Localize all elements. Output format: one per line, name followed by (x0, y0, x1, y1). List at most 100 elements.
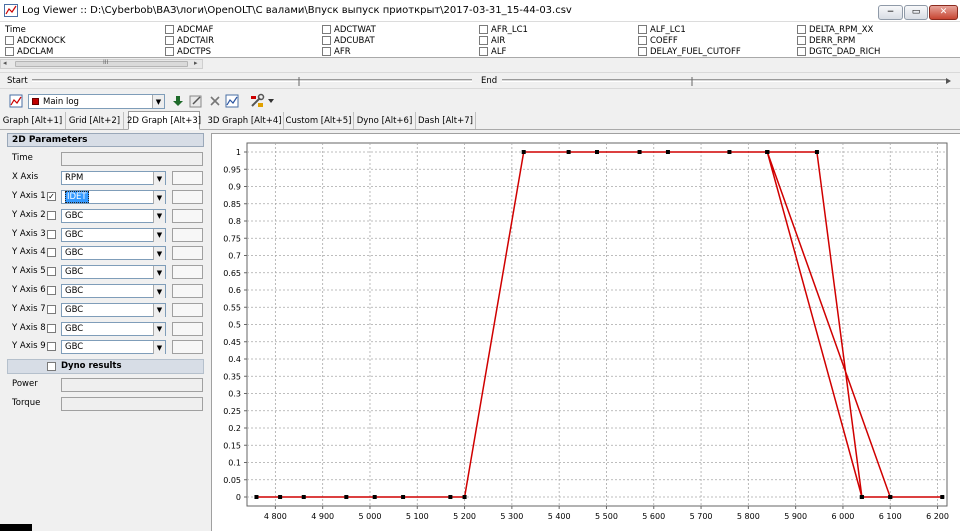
y-axis-select[interactable]: GBC ▼ (61, 227, 166, 242)
param-item[interactable]: ALF_LC1 (638, 24, 686, 35)
param-item[interactable]: AIR (479, 35, 505, 46)
chevron-down-icon[interactable]: ▼ (153, 322, 165, 336)
chevron-down-icon[interactable]: ▼ (153, 285, 165, 298)
y-axis-select[interactable]: IDET ▼ (61, 190, 166, 204)
close-button[interactable]: ✕ (929, 5, 958, 20)
power-field[interactable] (61, 378, 203, 392)
y-axis-checkbox[interactable] (47, 304, 56, 314)
tab-3[interactable]: 3D Graph [Alt+4] (206, 112, 284, 129)
y-axis-checkbox[interactable] (47, 267, 56, 277)
param-item[interactable]: ADCUBAT (322, 35, 375, 46)
y-axis-extra-field[interactable] (172, 340, 203, 355)
param-checkbox[interactable] (322, 25, 331, 34)
chevron-down-icon[interactable]: ▼ (152, 95, 164, 108)
param-item[interactable]: ADCLAM (5, 46, 53, 57)
param-checkbox[interactable] (479, 36, 488, 45)
chevron-down-icon[interactable]: ▼ (153, 172, 165, 185)
param-item[interactable]: DELAY_FUEL_CUTOFF (638, 46, 741, 57)
param-checkbox[interactable] (165, 47, 174, 56)
dropdown-arrow-icon[interactable] (267, 98, 275, 104)
y-axis-extra-field[interactable] (172, 246, 203, 261)
tab-0[interactable]: Graph [Alt+1] (0, 112, 66, 129)
param-item[interactable]: ADCMAF (165, 24, 213, 35)
param-item[interactable]: Time (5, 24, 26, 35)
y-axis-extra-field[interactable] (172, 227, 203, 242)
param-checkbox[interactable] (322, 47, 331, 56)
param-item[interactable]: DELTA_RPM_XX (797, 24, 873, 35)
chevron-down-icon[interactable]: ▼ (153, 266, 165, 280)
tab-5[interactable]: Dyno [Alt+6] (354, 112, 416, 129)
chevron-down-icon[interactable]: ▼ (153, 228, 165, 242)
chevron-down-icon[interactable]: ▼ (153, 303, 165, 317)
param-item[interactable]: ADCTAIR (165, 35, 214, 46)
start-slider-track[interactable] (32, 79, 472, 82)
y-axis-extra-field[interactable] (172, 284, 203, 298)
param-checkbox[interactable] (322, 36, 331, 45)
minimize-button[interactable]: − (878, 5, 903, 20)
y-axis-select[interactable]: GBC ▼ (61, 302, 166, 317)
dyno-results-checkbox[interactable] (47, 362, 56, 371)
tab-6[interactable]: Dash [Alt+7] (416, 112, 476, 129)
param-checkbox[interactable] (638, 25, 647, 34)
param-checkbox[interactable] (5, 36, 14, 45)
param-item[interactable]: COEFF (638, 35, 678, 46)
y-axis-select[interactable]: GBC ▼ (61, 208, 166, 223)
delete-icon[interactable] (209, 95, 221, 107)
chevron-down-icon[interactable]: ▼ (153, 341, 165, 355)
y-axis-checkbox[interactable] (47, 323, 56, 333)
param-checkbox[interactable] (479, 25, 488, 34)
scroll-left-icon[interactable]: ◂ (3, 59, 7, 67)
y-axis-select[interactable]: GBC ▼ (61, 284, 166, 298)
tab-2[interactable]: 2D Graph [Alt+3] (127, 111, 201, 130)
chevron-down-icon[interactable]: ▼ (153, 209, 165, 223)
y-axis-extra-field[interactable] (172, 321, 203, 336)
param-item[interactable]: AFR_LC1 (479, 24, 528, 35)
y-axis-checkbox[interactable] (47, 229, 56, 239)
param-checkbox[interactable] (479, 47, 488, 56)
param-checkbox[interactable] (165, 25, 174, 34)
param-item[interactable]: ALF (479, 46, 506, 57)
param-checkbox[interactable] (797, 47, 806, 56)
y-axis-select[interactable]: GBC ▼ (61, 246, 166, 261)
y-axis-extra-field[interactable] (172, 302, 203, 317)
y-axis-extra-field[interactable] (172, 208, 203, 223)
y-axis-extra-field[interactable] (172, 265, 203, 280)
y-axis-select[interactable]: GBC ▼ (61, 265, 166, 280)
y-axis-checkbox[interactable] (47, 248, 56, 258)
scroll-thumb[interactable] (15, 61, 188, 67)
tab-4[interactable]: Custom [Alt+5] (284, 112, 354, 129)
time-field[interactable] (61, 152, 203, 166)
scroll-right-icon[interactable]: ▸ (194, 59, 198, 67)
y-axis-select[interactable]: GBC ▼ (61, 321, 166, 336)
torque-field[interactable] (61, 397, 203, 411)
chart-2d[interactable]: 0 0.05 0.1 0.15 0.2 0.25 0.3 0.35 0.4 0.45 0.5 0.55… (212, 134, 960, 531)
save-down-icon[interactable] (172, 95, 184, 107)
y-axis-select[interactable]: GBC ▼ (61, 340, 166, 355)
tab-1[interactable]: Grid [Alt+2] (66, 112, 124, 129)
x-axis-extra-field[interactable] (172, 171, 203, 185)
maximize-button[interactable]: ▭ (904, 5, 928, 20)
dyno-results-row[interactable]: Dyno results (7, 359, 204, 374)
y-axis-checkbox[interactable] (47, 210, 56, 220)
end-slider-right-icon[interactable] (943, 76, 953, 86)
param-item[interactable]: ADCTWAT (322, 24, 376, 35)
param-checkbox[interactable] (638, 36, 647, 45)
end-slider-thumb[interactable] (690, 77, 694, 86)
tools-icon[interactable] (249, 93, 265, 109)
y-axis-checkbox[interactable]: ✓ (47, 192, 56, 201)
chart-icon[interactable] (9, 94, 23, 108)
edit-icon[interactable] (189, 94, 203, 108)
param-item[interactable]: DERR_RPM (797, 35, 855, 46)
y-axis-extra-field[interactable] (172, 190, 203, 204)
y-axis-checkbox[interactable] (47, 342, 56, 352)
param-item[interactable]: AFR (322, 46, 351, 57)
log-select[interactable]: Main log ▼ (28, 94, 165, 109)
param-checkbox[interactable] (638, 47, 647, 56)
x-axis-select[interactable]: RPM ▼ (61, 171, 166, 185)
y-axis-checkbox[interactable] (47, 286, 56, 295)
param-item[interactable]: DGTC_DAD_RICH (797, 46, 880, 57)
parameter-scrollbar[interactable]: ◂ III ▸ (0, 59, 203, 69)
chart-add-icon[interactable] (225, 94, 239, 108)
start-slider-thumb[interactable] (297, 77, 301, 86)
param-item[interactable]: ADCKNOCK (5, 35, 65, 46)
